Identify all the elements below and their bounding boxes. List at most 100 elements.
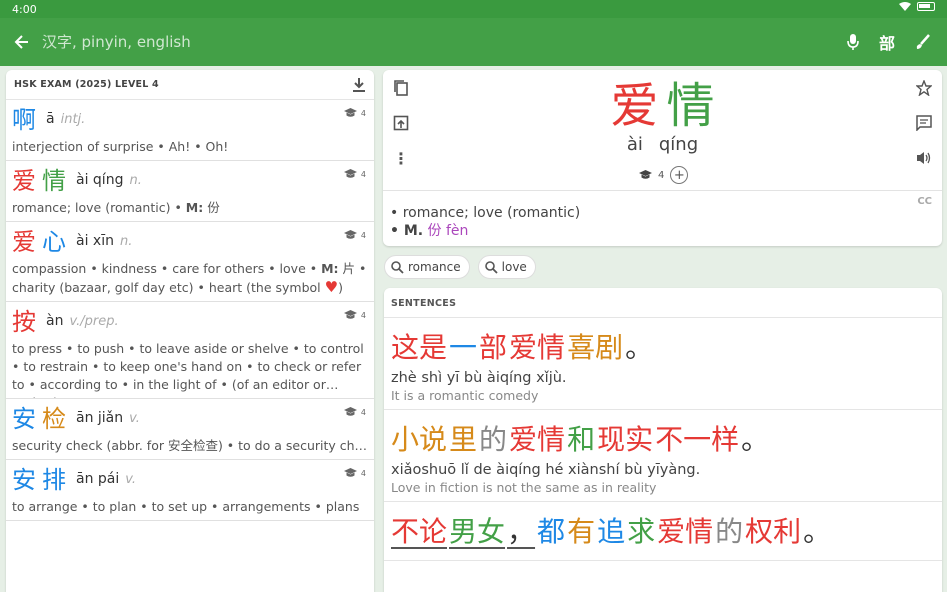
definition-line: • romance; love (romantic) <box>390 205 581 221</box>
entry-part-of-speech: v./prep. <box>69 314 119 329</box>
sentence-word[interactable]: 求 <box>627 515 655 548</box>
hanzi-char: 情 <box>42 167 68 195</box>
back-arrow-icon[interactable] <box>12 32 32 52</box>
hanzi-char: 按 <box>12 308 38 336</box>
sentence-word[interactable]: 这是 <box>391 331 447 364</box>
search-chip[interactable]: romance <box>384 255 470 279</box>
sentence-pinyin: zhè shì yī bù àiqíng xǐjù. <box>391 370 567 386</box>
divider <box>383 190 942 191</box>
sentence-word[interactable]: 爱情 <box>657 515 713 548</box>
list-title: HSK EXAM (2025) LEVEL 4 <box>14 79 159 90</box>
entry-definition: romance; love (romantic) • M: 份 <box>12 200 220 215</box>
sentence-word[interactable]: 爱情 <box>509 423 565 456</box>
graduation-cap-icon <box>343 310 357 319</box>
sentence-word[interactable]: 不论 <box>391 515 447 548</box>
entry-pinyin: ān pái <box>76 471 120 487</box>
word-list-item[interactable]: 安排 ān pái v. 4 to arrange • to plan • to set… <box>6 460 374 521</box>
sentence-word[interactable]: 现实 <box>597 423 653 456</box>
microphone-icon[interactable] <box>842 31 864 53</box>
entry-hsk-level: 4 <box>343 169 366 179</box>
entry-definition: to press • to push • to leave aside or s… <box>12 341 364 398</box>
hanzi-char: 排 <box>42 466 68 494</box>
status-time: 4:00 <box>12 3 37 16</box>
word-list-item[interactable]: 安检 ān jiǎn v. 4 security check (abbr. for 安全… <box>6 399 374 460</box>
hsk-level-number: 4 <box>360 108 366 118</box>
sentence-word[interactable]: 小说 <box>391 423 447 456</box>
hanzi-char: 检 <box>42 405 68 433</box>
sentence-word[interactable]: ， <box>507 515 535 548</box>
sentences-panel: SENTENCES 这是一部爱情喜剧。 zhè shì yī bù àiqíng … <box>384 288 942 592</box>
search-chip[interactable]: love <box>477 255 536 279</box>
sentence-word[interactable]: 和 <box>567 423 595 456</box>
graduation-cap-icon <box>343 468 357 477</box>
sentence-word[interactable]: 都 <box>537 515 565 548</box>
sentence-word[interactable]: 。 <box>741 423 769 456</box>
entry-hanzi: 安检 <box>12 403 72 435</box>
search-icon <box>391 260 404 274</box>
sentence-word[interactable]: 权利 <box>745 515 801 548</box>
entry-part-of-speech: intj. <box>60 112 86 127</box>
word-list: 啊 ā intj. 4 interjection of surprise • Ah! •… <box>6 100 374 521</box>
sentence-item[interactable]: 小说里的爱情和现实不一样。 xiǎoshuō lǐ de àiqíng hé xi… <box>384 410 942 502</box>
sentence-item[interactable]: 这是一部爱情喜剧。 zhè shì yī bù àiqíng xǐjù. It is… <box>384 318 942 410</box>
sentence-word[interactable]: 男女 <box>449 515 505 548</box>
entry-hanzi: 安排 <box>12 464 72 496</box>
word-list-item[interactable]: 按 àn v./prep. 4 to press • to push • to leav… <box>6 302 374 399</box>
headword-char: 情 <box>666 78 715 134</box>
word-list-item[interactable]: 爱情 ài qíng n. 4 romance; love (romantic) • M… <box>6 161 374 222</box>
sentence-word[interactable]: 里 <box>449 423 477 456</box>
word-list-item[interactable]: 啊 ā intj. 4 interjection of surprise • Ah! •… <box>6 100 374 161</box>
hanzi-char: 爱 <box>12 228 38 256</box>
entry-definition: to arrange • to plan • to set up • arran… <box>12 499 360 514</box>
hanzi-char: 安 <box>12 405 38 433</box>
word-list-item[interactable]: 爱心 ài xīn n. 4 compassion • kindness • care … <box>6 222 374 302</box>
radical-button[interactable]: 部 <box>876 31 898 53</box>
handwriting-brush-icon[interactable] <box>912 31 934 53</box>
measure-word-line: • M. 份 fèn <box>390 222 580 240</box>
sentence-translation: It is a romantic comedy <box>391 388 539 403</box>
download-icon[interactable] <box>352 77 366 93</box>
search-input[interactable] <box>42 32 822 52</box>
sentence-word[interactable]: 追 <box>597 515 625 548</box>
hanzi-char: 啊 <box>12 106 38 134</box>
entry-pinyin: ān jiǎn <box>76 410 124 426</box>
headword-char: 爱 <box>610 78 659 134</box>
hsk-level-row: 4 + <box>639 166 689 184</box>
sentence-word[interactable]: 。 <box>803 515 831 548</box>
measure-word-label: M: <box>321 261 339 276</box>
battery-icon <box>917 2 935 11</box>
entry-part-of-speech: n. <box>129 173 142 188</box>
entry-definition: interjection of surprise • Ah! • Oh! <box>12 139 229 154</box>
word-list-panel: HSK EXAM (2025) LEVEL 4 啊 ā intj. 4 interjec… <box>6 70 374 592</box>
hanzi-char: 心 <box>42 228 68 256</box>
sentence-word[interactable]: 喜剧 <box>567 331 623 364</box>
sentences-header: SENTENCES <box>384 288 942 318</box>
headword: 爱情 <box>383 78 942 134</box>
graduation-cap-icon <box>343 407 357 416</box>
hsk-level: 4 <box>658 169 665 181</box>
measure-word-link[interactable]: 份 fèn <box>428 223 469 239</box>
headword-pinyin: ài qíng <box>383 134 942 155</box>
headword-syllable: qíng <box>658 134 699 155</box>
sentence-hanzi: 这是一部爱情喜剧。 <box>391 326 936 370</box>
sentence-word[interactable]: 一 <box>449 331 477 364</box>
entry-hsk-level: 4 <box>343 468 366 478</box>
sentence-item[interactable]: 不论男女，都有追求爱情的权利。 <box>384 502 942 561</box>
hsk-level-number: 4 <box>360 468 366 478</box>
sentence-list: 这是一部爱情喜剧。 zhè shì yī bù àiqíng xǐjù. It is… <box>384 318 942 561</box>
sentence-word[interactable]: 的 <box>479 423 507 456</box>
status-bar: 4:00 <box>0 0 947 18</box>
sentence-word[interactable]: 。 <box>625 331 653 364</box>
entry-hsk-level: 4 <box>343 108 366 118</box>
sentence-word[interactable]: 有 <box>567 515 595 548</box>
entry-hanzi: 啊 <box>12 104 42 136</box>
sentence-word[interactable]: 不一样 <box>655 423 739 456</box>
sentence-hanzi: 不论男女，都有追求爱情的权利。 <box>391 510 936 554</box>
sentence-word[interactable]: 的 <box>715 515 743 548</box>
add-to-list-button[interactable]: + <box>670 166 689 184</box>
entry-pinyin: ài xīn <box>76 233 114 249</box>
graduation-cap-icon <box>343 108 357 117</box>
hanzi-char: 安 <box>12 466 38 494</box>
sentence-word[interactable]: 部 <box>479 331 507 364</box>
sentence-word[interactable]: 爱情 <box>509 331 565 364</box>
